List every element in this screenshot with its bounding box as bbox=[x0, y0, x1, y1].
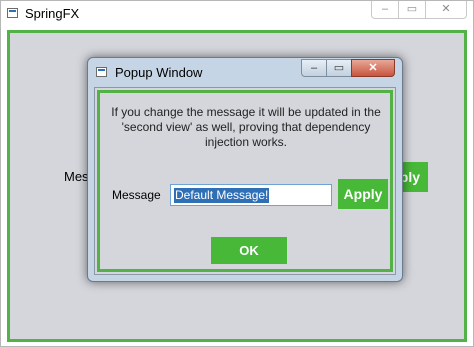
main-window-controls: – ▭ ✕ bbox=[371, 1, 467, 21]
message-input-value: Default Message! bbox=[174, 188, 270, 203]
popup-titlebar[interactable]: Popup Window – ▭ ✕ bbox=[88, 58, 402, 86]
popup-window-icon bbox=[96, 67, 107, 77]
ok-button[interactable]: OK bbox=[211, 237, 287, 264]
main-titlebar: SpringFX – ▭ ✕ bbox=[1, 1, 473, 27]
close-button[interactable]: ✕ bbox=[425, 1, 467, 19]
popup-minimize-button[interactable]: – bbox=[301, 59, 327, 77]
popup-content: If you change the message it will be upd… bbox=[94, 87, 396, 275]
popup-close-button[interactable]: ✕ bbox=[351, 59, 395, 77]
message-input[interactable]: Default Message! bbox=[170, 184, 332, 206]
message-label: Message bbox=[112, 188, 161, 202]
popup-title: Popup Window bbox=[115, 65, 203, 80]
popup-maximize-button[interactable]: ▭ bbox=[326, 59, 352, 77]
maximize-button[interactable]: ▭ bbox=[398, 1, 426, 19]
popup-green-frame: If you change the message it will be upd… bbox=[97, 90, 393, 272]
popup-window: Popup Window – ▭ ✕ If you change the mes… bbox=[87, 57, 403, 282]
minimize-button[interactable]: – bbox=[371, 1, 399, 19]
info-text: If you change the message it will be upd… bbox=[111, 105, 381, 149]
main-window-title: SpringFX bbox=[25, 6, 80, 21]
apply-button[interactable]: Apply bbox=[338, 179, 388, 209]
app-window-icon bbox=[7, 8, 18, 18]
